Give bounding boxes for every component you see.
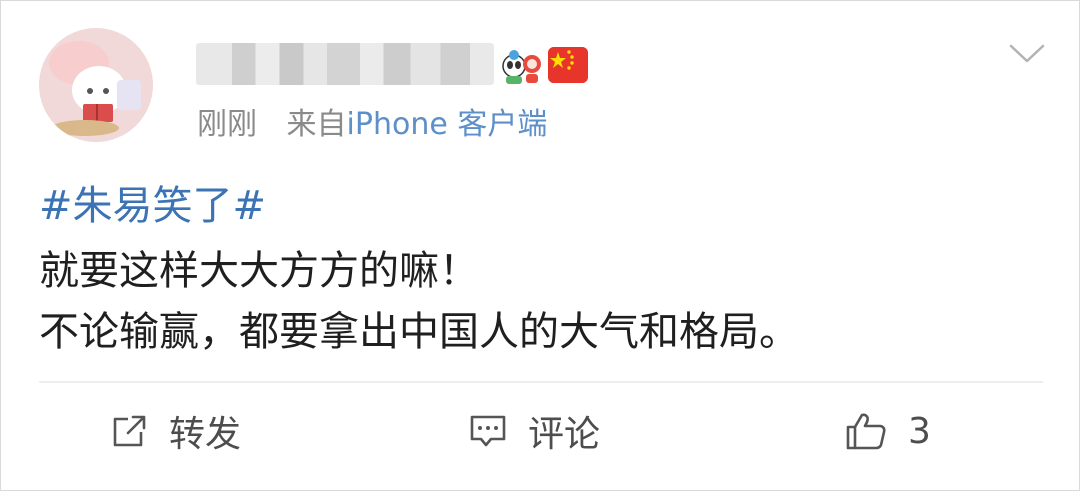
avatar[interactable]: [39, 28, 153, 142]
post-timestamp: 刚刚: [197, 107, 257, 142]
post-meta: 刚刚 来自iPhone 客户端: [197, 105, 547, 145]
repost-label: 转发: [169, 414, 242, 455]
comment-label: 评论: [528, 414, 601, 455]
like-count: 3: [908, 410, 931, 452]
source-prefix: 来自: [286, 107, 347, 142]
weibo-post-card: 刚刚 来自iPhone 客户端 #朱易笑了# 就要这样大大方方的嘛！ 不论输赢，…: [0, 0, 1080, 491]
divider: [39, 381, 1043, 383]
comment-button[interactable]: 评论: [468, 404, 600, 458]
post-text-line: 不论输赢，都要拿出中国人的大气和格局。: [39, 309, 799, 355]
chevron-down-icon[interactable]: [1007, 41, 1047, 67]
repost-icon: [113, 415, 146, 447]
mascot-badge-icon: [502, 50, 541, 84]
repost-button[interactable]: 转发: [111, 404, 241, 458]
hashtag-link[interactable]: #朱易笑了#: [39, 181, 266, 231]
source-app-link[interactable]: iPhone 客户端: [347, 107, 548, 142]
thumbs-up-icon: [846, 413, 886, 450]
like-button[interactable]: 3: [844, 404, 931, 458]
avatar-image: [39, 28, 153, 142]
post-text-line: 就要这样大大方方的嘛！: [39, 248, 479, 294]
china-flag-icon: [548, 47, 588, 83]
username-blurred[interactable]: [196, 43, 494, 85]
comment-icon: [470, 415, 506, 447]
